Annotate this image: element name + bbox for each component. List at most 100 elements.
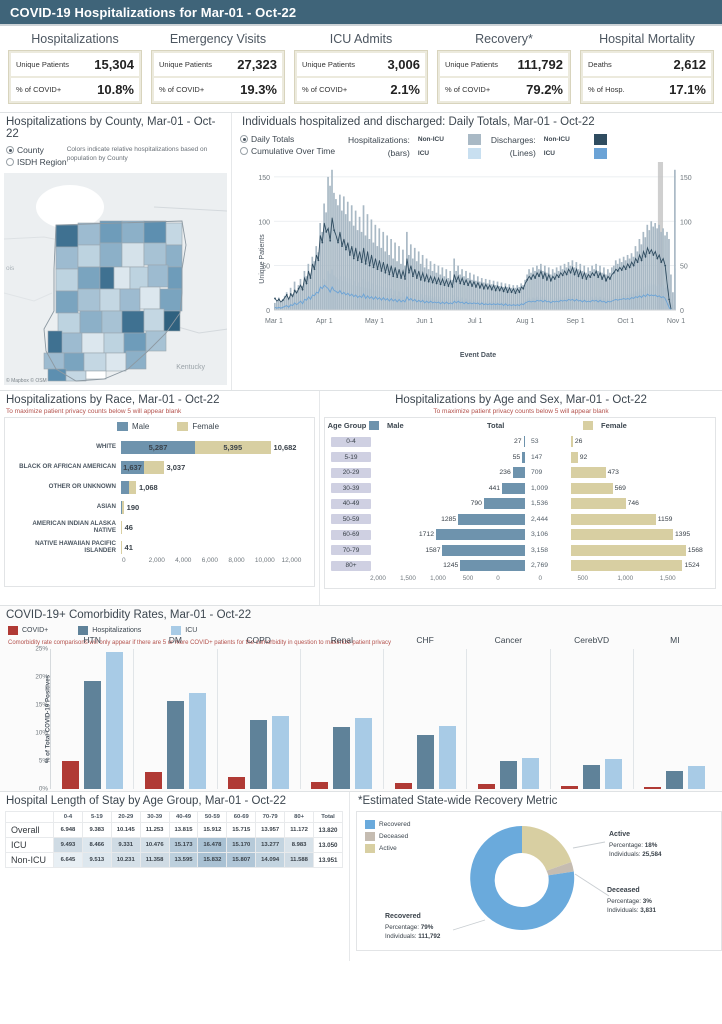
radio-label: Cumulative Over Time	[251, 146, 336, 156]
length-of-stay-panel: Hospital Length of Stay by Age Group, Ma…	[0, 792, 350, 961]
radio-option-county[interactable]: County	[6, 145, 67, 155]
race-row: OTHER OR UNKNOWN 1,068	[9, 477, 308, 497]
comorbidity-bar-covid-[interactable]	[561, 785, 579, 789]
race-axis-tick: 12,000	[281, 557, 302, 564]
age-male-value: 27	[513, 438, 522, 446]
comorbidity-bar-covid-[interactable]	[144, 771, 162, 789]
comorbidity-bar-hospitalizations[interactable]	[166, 701, 184, 789]
comorbidity-bar-covid-[interactable]	[394, 783, 412, 789]
comorbidity-bar-covid-[interactable]	[477, 783, 495, 789]
timeline-mode-radio-group[interactable]: Daily Totals Cumulative Over Time	[240, 134, 338, 158]
age-bar-female[interactable]	[571, 544, 686, 556]
los-cell: 6.645	[53, 852, 83, 868]
age-bar-male[interactable]	[460, 560, 525, 572]
race-bar-male[interactable]: 1,637	[121, 460, 144, 474]
age-bar-female[interactable]	[571, 436, 573, 448]
legend-label: ICU	[185, 627, 198, 634]
length-of-stay-table[interactable]: 0-4 5-19 20-29 30-39 40-49 50-59 60-69 70-79 80+…	[5, 811, 343, 868]
race-bar-female[interactable]	[143, 460, 164, 474]
age-female-side: 26	[571, 436, 707, 448]
age-col-header-total: Total	[487, 421, 505, 430]
svg-text:Jun 1: Jun 1	[416, 318, 433, 325]
age-bar-male[interactable]	[442, 544, 525, 556]
age-bar-male[interactable]	[483, 498, 525, 510]
race-bar-male[interactable]	[121, 480, 129, 494]
radio-option-daily-totals[interactable]: Daily Totals	[240, 134, 338, 144]
age-male-value: 236	[499, 469, 511, 477]
daily-totals-panel: Individuals hospitalized and discharged:…	[232, 113, 722, 390]
comorbidity-bar-icu[interactable]	[355, 717, 373, 789]
recovery-chart[interactable]: Recovered Deceased Active Active Percentag…	[356, 811, 722, 951]
comorbidity-group-label: COPD	[246, 635, 271, 645]
comorbidity-chart[interactable]: % of Total COVID-19 Positives 25% 20% 15% 1…	[0, 635, 722, 793]
radio-option-isdh-region[interactable]: ISDH Region	[6, 157, 67, 167]
age-bar-male[interactable]	[435, 529, 525, 541]
legend-item-disch-nonicu: Non-ICU	[544, 134, 607, 145]
comorbidity-bar-icu[interactable]	[688, 766, 706, 789]
comorbidity-bar-covid-[interactable]	[311, 782, 329, 789]
map-geography-radio-group[interactable]: County ISDH Region	[6, 145, 67, 169]
age-bar-female[interactable]	[571, 498, 626, 510]
age-axis-tick: 1,000	[430, 574, 446, 582]
age-bar-female[interactable]	[571, 482, 613, 494]
callout-deceased: Deceased Percentage: 3% Individuals: 3,8…	[607, 886, 656, 915]
los-cell: 15.807	[226, 852, 257, 868]
age-bar-female[interactable]	[571, 513, 656, 525]
comorbidity-bar-hospitalizations[interactable]	[416, 735, 434, 789]
comorbidity-bar-icu[interactable]	[105, 651, 123, 789]
race-bar-female[interactable]	[122, 500, 124, 514]
legend-label: ICU	[417, 150, 430, 157]
race-bar-male[interactable]: 5,287	[121, 440, 196, 454]
callout-pct-label: Percentage:	[385, 923, 419, 931]
race-title: Hospitalizations by Race, Mar-01 - Oct-2…	[6, 394, 220, 406]
legend-item-hosp-icu: ICU	[418, 148, 481, 159]
comorbidity-bar-hospitalizations[interactable]	[583, 765, 601, 789]
age-bar-female[interactable]	[571, 467, 606, 479]
timeline-chart[interactable]: Unique Patients 0 0 50 50 100 100 150 150 Mar 1A…	[240, 161, 716, 359]
age-header-row: Age Group Male Total Female	[325, 421, 715, 430]
los-title: Hospital Length of Stay by Age Group, Ma…	[6, 795, 286, 807]
comorbidity-bar-hospitalizations[interactable]	[666, 770, 684, 789]
comorbidity-bar-icu[interactable]	[438, 726, 456, 789]
age-bar-male[interactable]	[502, 482, 525, 494]
comorbidity-bar-hospitalizations[interactable]	[333, 727, 351, 789]
kpi-title: ICU Admits	[329, 32, 393, 46]
age-bar-female[interactable]	[571, 529, 674, 541]
race-legend: Male Female	[5, 422, 314, 431]
comorbidity-bar-covid-[interactable]	[61, 761, 79, 789]
comorbidity-bar-covid-[interactable]	[644, 786, 662, 789]
legend-swatch-hosp-nonicu	[467, 134, 481, 145]
recovery-metric-panel: *Estimated State-wide Recovery Metric Re…	[350, 792, 722, 961]
comorbidity-bar-covid-[interactable]	[228, 776, 246, 789]
radio-selected-icon	[240, 135, 248, 143]
comorbidity-y-tick: 10%	[35, 729, 48, 737]
comorbidity-bar-icu[interactable]	[605, 758, 623, 789]
los-cell: 10.145	[110, 822, 141, 838]
age-bar-male[interactable]	[512, 467, 525, 479]
callout-pct-label: Percentage:	[607, 897, 641, 905]
kpi-label: % of COVID+	[16, 84, 62, 94]
age-bar-male[interactable]	[458, 513, 525, 525]
comorbidity-bar-icu[interactable]	[272, 716, 290, 789]
age-bar-female[interactable]	[571, 560, 683, 572]
comorbidity-group-label: CerebVD	[574, 635, 610, 645]
age-male-value: 790	[470, 500, 482, 508]
comorbidity-bar-hospitalizations[interactable]	[499, 761, 517, 789]
comorbidity-bar-icu[interactable]	[188, 693, 206, 789]
radio-selected-icon	[6, 146, 14, 154]
timeline-x-axis-label: Event Date	[459, 351, 497, 359]
age-bar-female[interactable]	[571, 451, 578, 463]
los-cell: 11.172	[284, 822, 315, 838]
age-group-chip: 20-29	[331, 467, 371, 478]
age-row: 5-19 55 147 92	[331, 450, 707, 466]
indiana-choropleth-map[interactable]: ois Kentucky © Mapbox © OSM	[4, 173, 227, 385]
comorbidity-bar-hospitalizations[interactable]	[83, 680, 101, 789]
los-column-header: Total	[313, 811, 343, 823]
radio-option-cumulative[interactable]: Cumulative Over Time	[240, 146, 338, 156]
race-bar-female[interactable]	[128, 480, 136, 494]
age-male-side: 441	[373, 482, 525, 494]
comorbidity-bar-icu[interactable]	[521, 757, 539, 789]
comorbidity-bar-hospitalizations[interactable]	[250, 720, 268, 789]
comorbidity-group-label: MI	[670, 635, 680, 645]
race-bar-female[interactable]: 5,395	[195, 440, 271, 454]
